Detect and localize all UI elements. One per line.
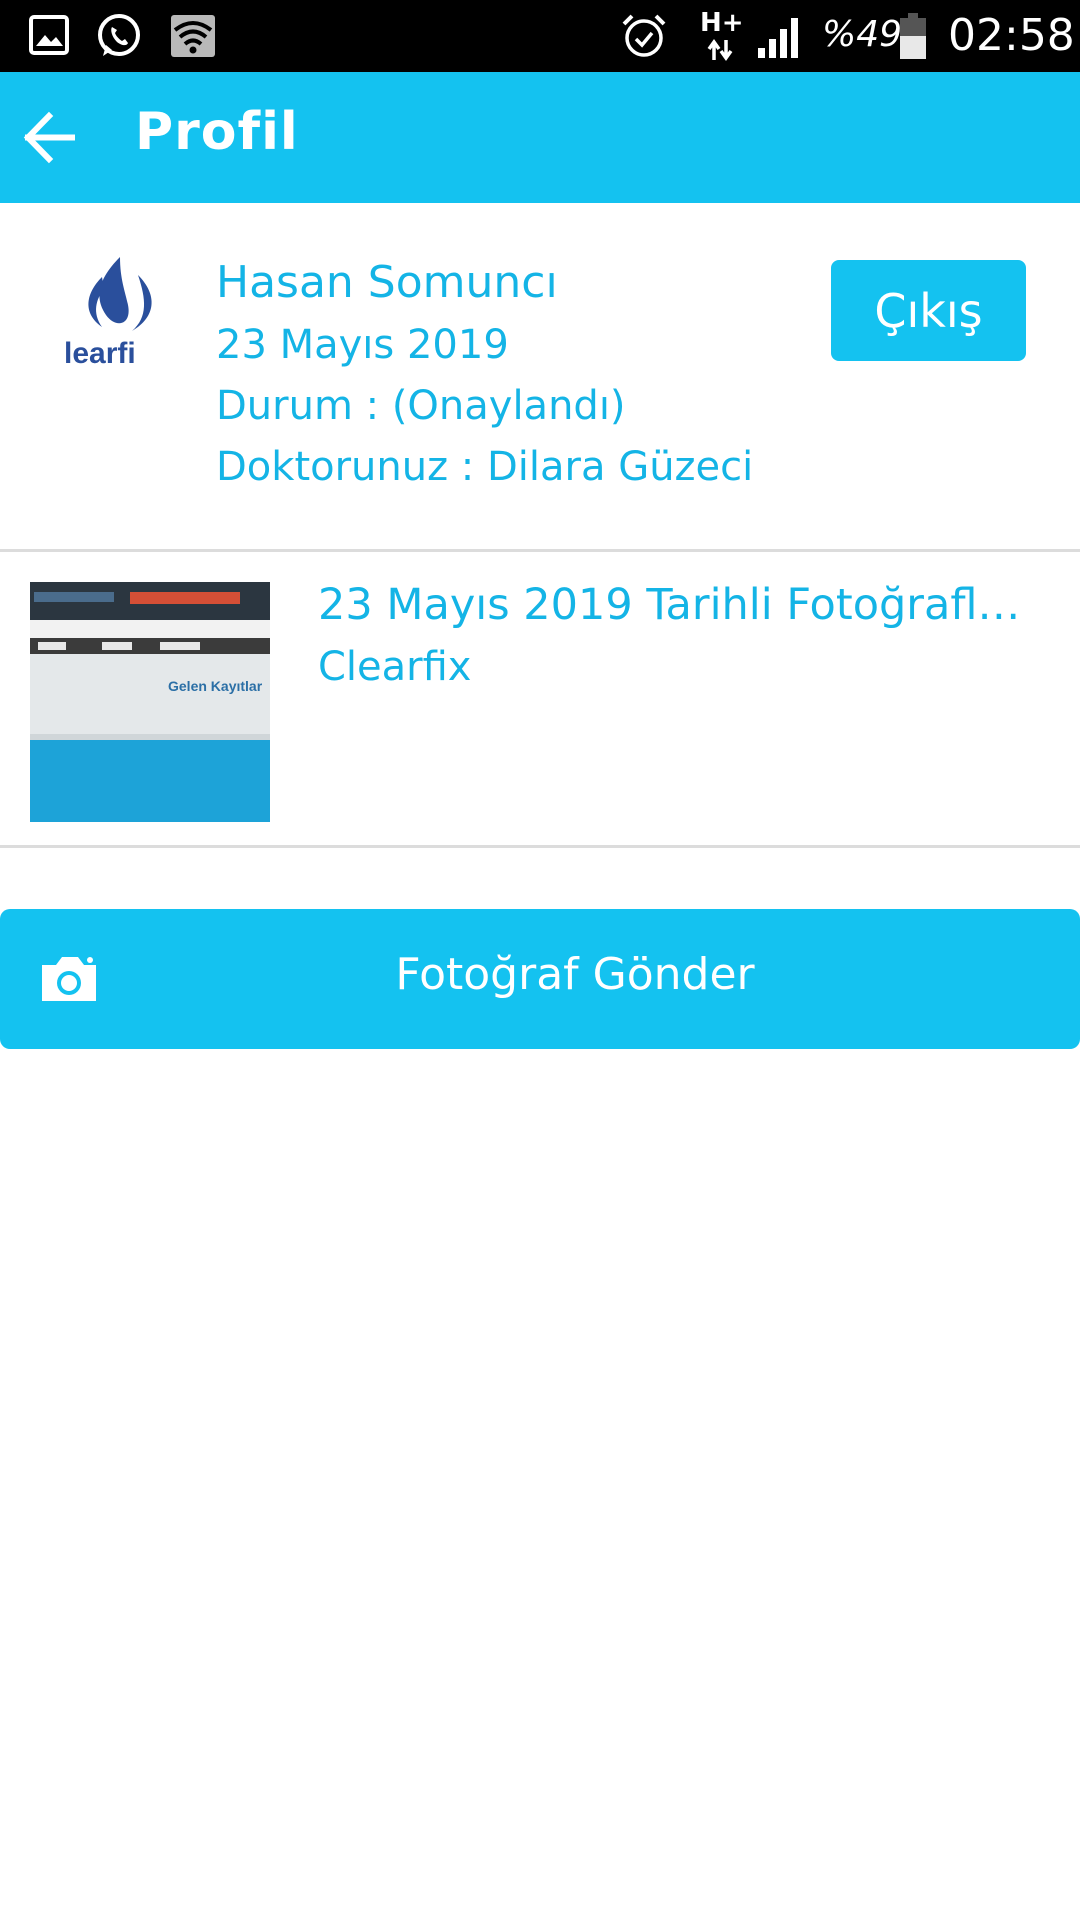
svg-text:learfi: learfi: [64, 337, 136, 370]
profile-info: Hasan Somuncı 23 Mayıs 2019 Durum : (Ona…: [216, 251, 753, 498]
battery-icon: [900, 13, 926, 59]
page-title: Profil: [135, 102, 299, 162]
profile-date: 23 Mayıs 2019: [216, 322, 509, 368]
doctor-name: Doktorunuz : Dilara Güzeci: [216, 444, 754, 490]
thumbnail-text: Gelen Kayıtlar: [168, 678, 263, 694]
list-item[interactable]: Gelen Kayıtlar 23 Mayıs 2019 Tarihli Fot…: [0, 552, 1080, 845]
patient-name: Hasan Somuncı: [216, 257, 558, 308]
clearfix-logo: learfi: [62, 255, 162, 370]
wifi-icon: [171, 15, 215, 57]
logout-button[interactable]: Çıkış: [831, 260, 1026, 361]
photo-thumbnail: Gelen Kayıtlar: [30, 582, 270, 822]
network-arrows-icon: [707, 38, 733, 62]
send-photo-label: Fotoğraf Gönder: [395, 949, 755, 1000]
photo-subtitle: Clearfix: [318, 644, 472, 690]
status-bar: H+ %49 02:58: [0, 0, 1080, 72]
arrow-left-icon[interactable]: [22, 110, 77, 165]
photo-title: 23 Mayıs 2019 Tarihli Fotoğrafl…: [318, 580, 1021, 630]
alarm-icon: [622, 14, 666, 57]
app-bar: Profil: [0, 72, 1080, 203]
network-type: H+: [700, 8, 744, 38]
battery-percent: %49: [822, 14, 903, 55]
whatsapp-icon: [98, 14, 140, 56]
gallery-icon: [29, 15, 69, 55]
signal-icon: [758, 18, 798, 58]
profile-section: learfi Hasan Somuncı 23 Mayıs 2019 Durum…: [0, 203, 1080, 549]
send-photo-button[interactable]: Fotoğraf Gönder: [0, 909, 1080, 1049]
approval-status: Durum : (Onaylandı): [216, 383, 626, 429]
clock-time: 02:58: [948, 10, 1075, 61]
divider: [0, 845, 1080, 848]
